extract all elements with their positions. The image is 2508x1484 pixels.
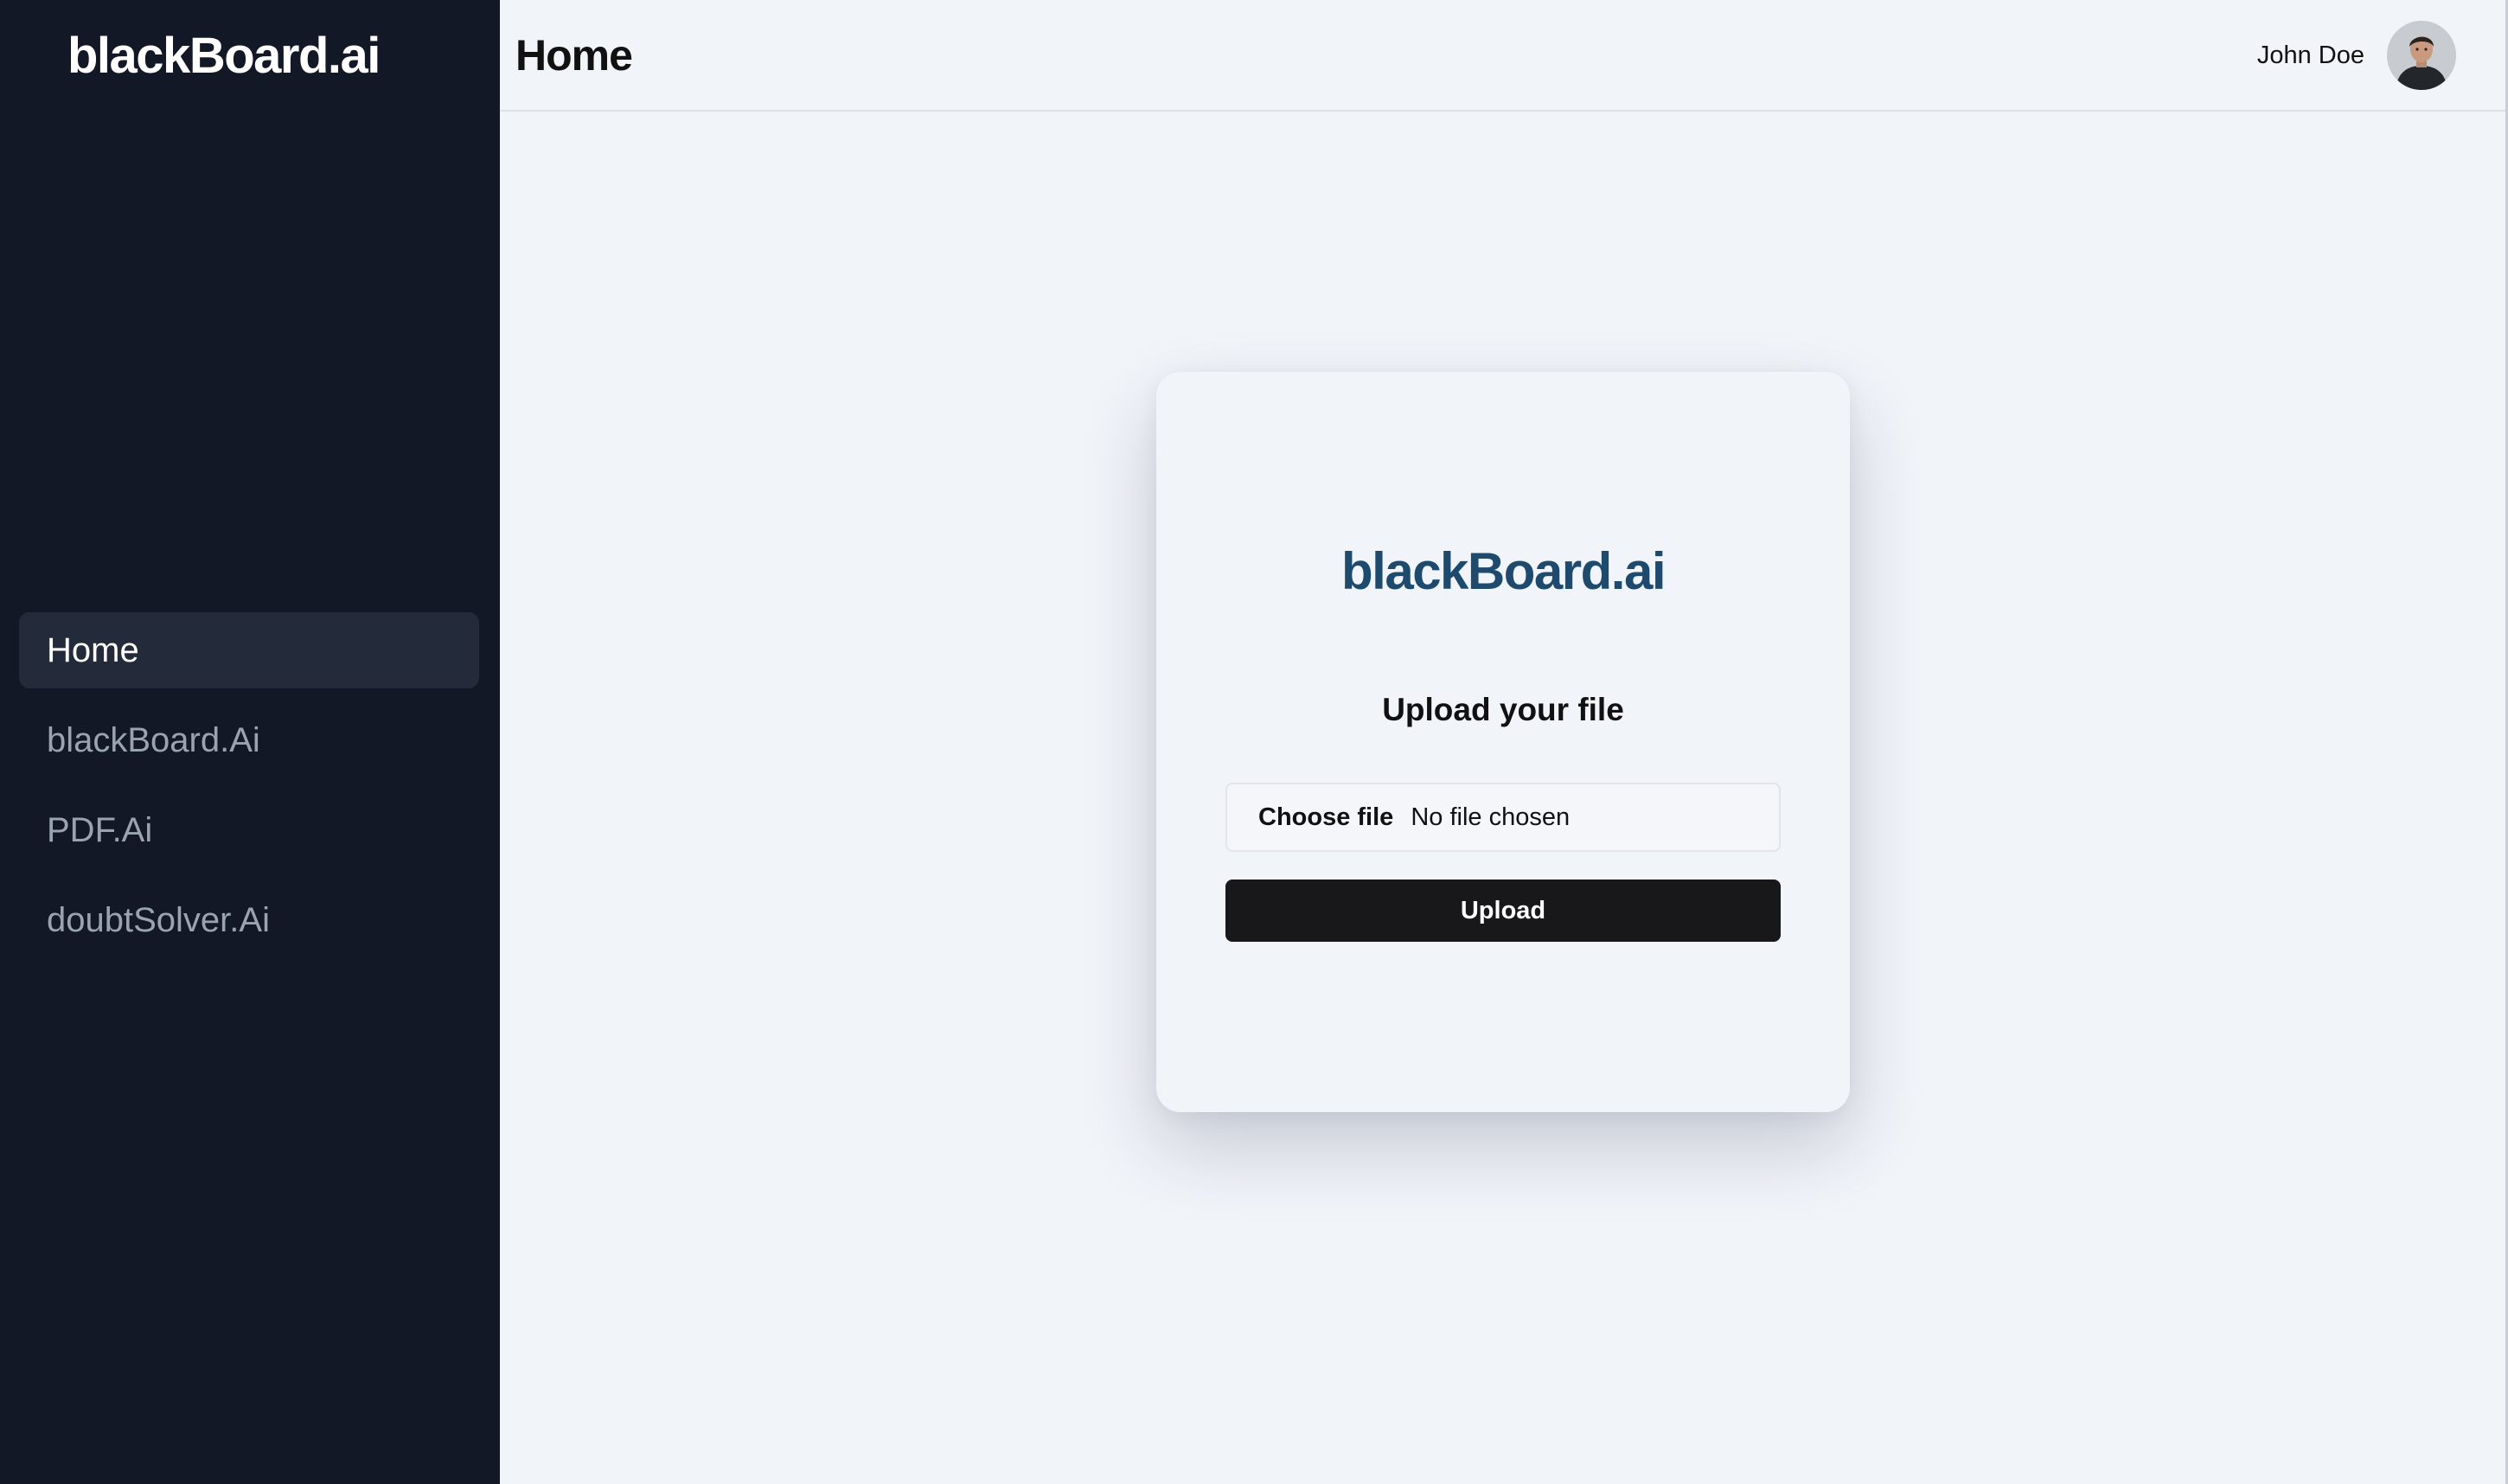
upload-button[interactable]: Upload: [1225, 880, 1781, 942]
sidebar-item-doubtsolver-ai[interactable]: doubtSolver.Ai: [19, 882, 479, 958]
choose-file-button[interactable]: Choose file: [1258, 803, 1393, 832]
user-menu[interactable]: John Doe: [2257, 21, 2456, 90]
user-avatar-icon: [2387, 21, 2456, 90]
sidebar-logo[interactable]: blackBoard.ai: [67, 26, 381, 86]
sidebar-nav: Home blackBoard.Ai PDF.Ai doubtSolver.Ai: [19, 612, 479, 972]
card-logo: blackBoard.ai: [1341, 542, 1667, 600]
upload-card: blackBoard.ai Upload your file Choose fi…: [1156, 372, 1850, 1112]
app-window: blackBoard.ai Home blackBoard.Ai PDF.Ai …: [0, 0, 2508, 1484]
file-status: No file chosen: [1411, 803, 1571, 831]
sidebar-item-home[interactable]: Home: [19, 612, 479, 688]
sidebar-item-blackboard-ai[interactable]: blackBoard.Ai: [19, 702, 479, 778]
upload-heading: Upload your file: [1382, 692, 1624, 727]
avatar[interactable]: [2387, 21, 2456, 90]
user-name: John Doe: [2256, 41, 2364, 69]
file-input[interactable]: Choose file No file chosen: [1225, 783, 1781, 852]
sidebar: blackBoard.ai Home blackBoard.Ai PDF.Ai …: [0, 0, 500, 1484]
top-bar: Home John Doe: [500, 0, 2508, 112]
sidebar-item-pdf-ai[interactable]: PDF.Ai: [19, 792, 479, 868]
page-title: Home: [515, 31, 633, 80]
